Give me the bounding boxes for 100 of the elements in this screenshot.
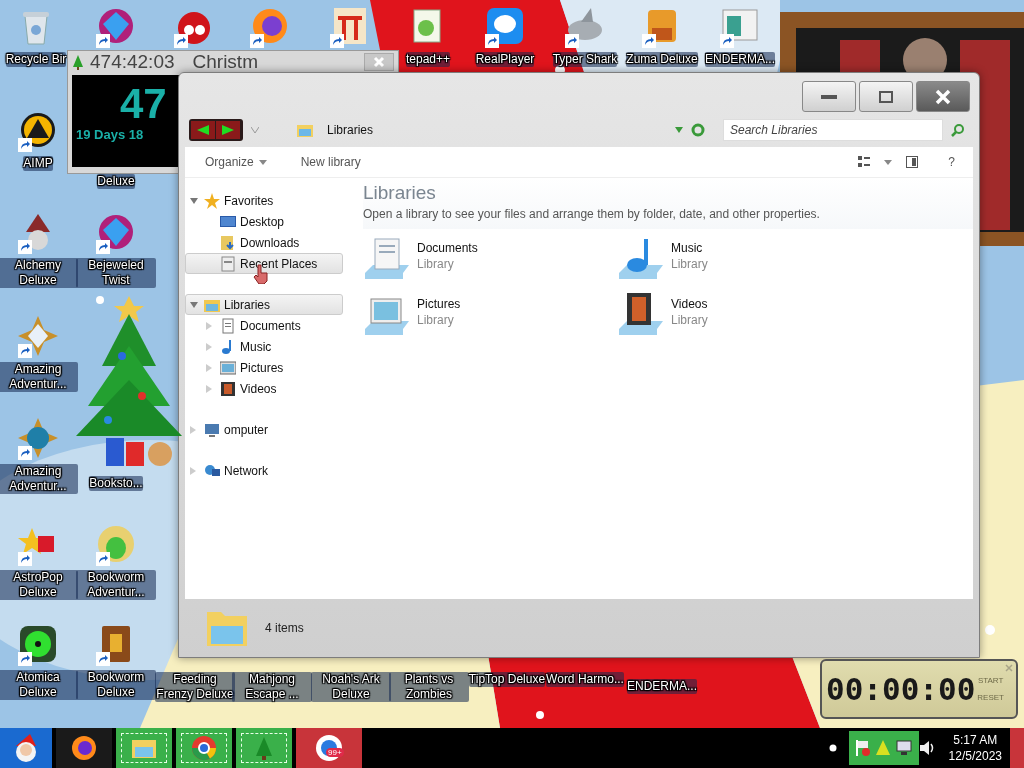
desktop-icon-label: ENDERMA...	[705, 52, 775, 67]
stopwatch-button[interactable]: RESET	[977, 693, 1004, 702]
library-name[interactable]: Pictures	[417, 297, 461, 311]
nav-item[interactable]: Videos	[185, 378, 343, 399]
desktop-icon-label: ENDERMA...	[627, 679, 697, 694]
aimp-icon[interactable]	[18, 110, 58, 150]
desktop-icon-label: AstroPop Deluxe	[0, 570, 78, 600]
desktop-icon-label: Alchemy Deluxe	[0, 258, 78, 288]
close-button[interactable]	[364, 53, 394, 71]
documents-icon	[220, 317, 236, 334]
nav-item[interactable]: Downloads	[185, 232, 343, 253]
address-bar[interactable]: Libraries	[267, 118, 667, 142]
maximize-button[interactable]	[859, 81, 913, 112]
nav-item[interactable]: Network	[185, 460, 343, 481]
videos-icon	[220, 380, 236, 397]
nav-item[interactable]: Documents	[185, 315, 343, 336]
desktop-icon-label: Word Harmo...	[546, 672, 624, 687]
library-type: Library	[417, 313, 454, 327]
start-button[interactable]	[0, 728, 52, 768]
desktop-icon-label: Deluxe	[97, 174, 135, 189]
countdown-number: 47	[120, 81, 167, 127]
stopwatch-time: 00:00:00	[826, 671, 976, 707]
library-name[interactable]: Videos	[671, 297, 708, 311]
search-field[interactable]: Search Libraries	[723, 119, 943, 141]
desktop-icon-label: Mahjong Escape ...	[232, 672, 312, 702]
nav-item[interactable]: Pictures	[185, 357, 343, 378]
computer-icon	[204, 421, 220, 438]
nav-item[interactable]: Libraries	[185, 294, 343, 315]
caret-icon[interactable]	[675, 127, 683, 133]
network-icon	[204, 462, 220, 479]
library-type: Library	[671, 313, 708, 327]
back-button[interactable]	[191, 121, 215, 139]
desktop-icon-label: Atomica Deluxe	[0, 670, 78, 700]
library-type: Library	[671, 257, 708, 271]
dot-icon[interactable]	[828, 744, 837, 752]
browser-icon	[70, 734, 98, 762]
flag-icon[interactable]	[854, 739, 871, 757]
minimize-icon	[821, 94, 837, 99]
gem-icon[interactable]	[96, 212, 136, 252]
library-type: Library	[417, 257, 454, 271]
forward-arrow-icon	[222, 125, 234, 135]
chrome-taskbar-button[interactable]	[176, 728, 232, 768]
gem-icon[interactable]	[96, 6, 136, 46]
desktop-icon-label: Amazing Adventur...	[0, 362, 78, 392]
nav-item[interactable]: Favorites	[185, 190, 343, 211]
desktop-icon	[220, 213, 236, 230]
minimize-button[interactable]	[802, 81, 856, 112]
nav-item[interactable]: Music	[185, 336, 343, 357]
desktop-icon-label: Plants vs Zombies	[389, 672, 469, 702]
network-icon[interactable]	[894, 740, 913, 756]
forward-button[interactable]	[216, 121, 240, 139]
close-icon	[935, 88, 951, 105]
toolbar-button[interactable]: New library	[296, 153, 365, 171]
browser-icon	[190, 734, 218, 762]
library-name[interactable]: Music	[671, 241, 703, 255]
desktop-icon-label: Recycle Bir	[5, 52, 67, 67]
recent-icon	[220, 255, 236, 272]
tree-taskbar-button[interactable]	[236, 728, 292, 768]
organize-menu[interactable]: Organize	[201, 153, 271, 171]
desktop-icon-label: Noah's Ark Deluxe	[311, 672, 391, 702]
desktop-icon-label: Typer Shark	[552, 52, 618, 67]
countdown-days: 19 Days 18	[76, 127, 144, 142]
view-options-icon[interactable]	[858, 156, 871, 168]
close-icon	[373, 56, 385, 68]
countdown-text: 474:42:03	[90, 52, 175, 72]
star-icon	[204, 192, 220, 209]
desktop-icon-label: tepad++	[405, 52, 450, 67]
desktop-icon-label: RealPlayer	[475, 52, 535, 67]
help-button[interactable]: ?	[944, 155, 959, 169]
library-description: Open a library to see your files and arrange them by folder, date, and other properties.	[363, 207, 821, 221]
desktop-icon-label: Booksto...	[89, 476, 143, 491]
pictures-icon	[220, 359, 236, 376]
widget-title: Christm	[192, 52, 258, 72]
firefox-taskbar-button[interactable]	[56, 728, 112, 768]
search-icon[interactable]	[951, 123, 965, 137]
tree-icon	[72, 54, 84, 70]
nav-item[interactable]: omputer	[185, 419, 343, 440]
browser-icon[interactable]	[250, 6, 290, 46]
item-count: 4 items	[265, 621, 304, 635]
desktop-icon-label: Amazing Adventur...	[0, 464, 78, 494]
back-arrow-icon	[197, 125, 209, 135]
desktop-icon-label: Feeding Frenzy Deluxe	[155, 672, 235, 702]
folder-icon	[297, 123, 313, 137]
library-name[interactable]: Documents	[417, 241, 478, 255]
close-button[interactable]	[916, 81, 970, 112]
desktop-icon-label: Bejeweled Twist	[76, 258, 156, 288]
library-heading: Libraries	[363, 182, 437, 204]
desktop-icon-label: Bookworm Deluxe	[76, 670, 156, 700]
refresh-icon[interactable]	[691, 123, 705, 137]
nav-item[interactable]: Recent Places	[185, 253, 343, 274]
preview-pane-icon[interactable]	[906, 156, 919, 168]
desktop-icon-label: Zuma Deluxe	[626, 52, 698, 67]
downloads-icon	[220, 234, 236, 251]
nav-item[interactable]: Desktop	[185, 211, 343, 232]
volume-icon[interactable]	[918, 741, 935, 755]
clock[interactable]: 5:17 AM 12/5/2023	[948, 732, 1002, 764]
stopwatch-button[interactable]: START	[977, 676, 1004, 685]
maximize-icon	[879, 90, 893, 103]
chat-taskbar-button[interactable]: 99+	[296, 728, 362, 768]
caret-icon[interactable]	[884, 159, 893, 165]
